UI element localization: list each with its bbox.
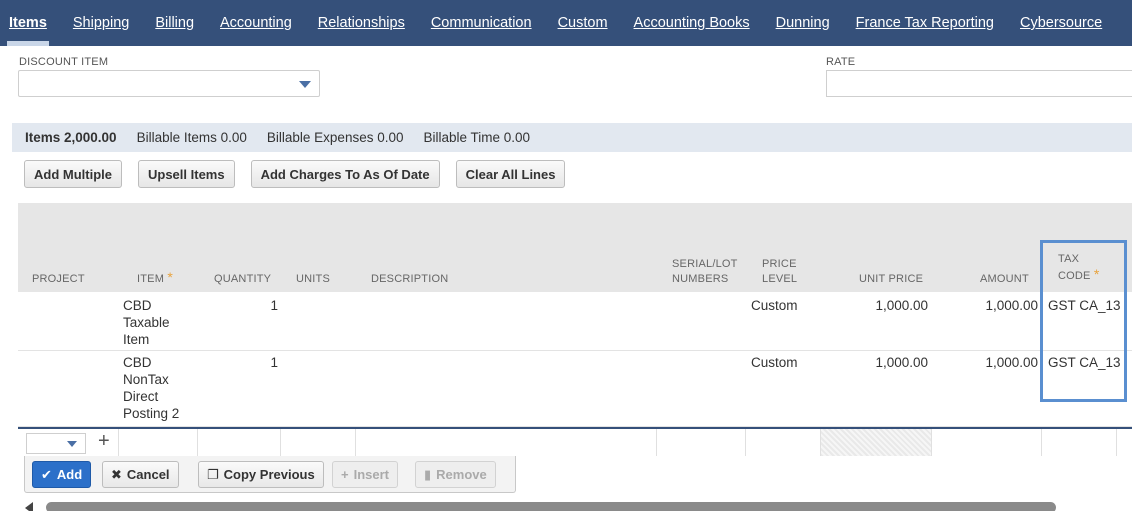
plus-icon[interactable]: + xyxy=(98,430,110,453)
column-unit-price[interactable]: UNIT PRICE xyxy=(859,272,923,287)
copy-previous-button[interactable]: ❐ Copy Previous xyxy=(198,461,324,488)
remove-line-button[interactable]: ▮ Remove xyxy=(415,461,496,488)
row-item-line: Taxable xyxy=(123,315,170,330)
column-description[interactable]: DESCRIPTION xyxy=(371,272,448,287)
row-unit-price: 1,000.00 xyxy=(875,298,928,313)
row-unit-price: 1,000.00 xyxy=(875,355,928,370)
table-row[interactable]: CBD NonTax Direct Posting 2 1 Custom 1,0… xyxy=(18,351,1132,427)
tab-custom[interactable]: Custom xyxy=(558,0,608,46)
column-divider xyxy=(1041,429,1042,456)
row-item-line: NonTax xyxy=(123,372,169,387)
caret-down-icon xyxy=(299,81,311,88)
rate-label: RATE xyxy=(826,56,856,68)
line-buttons-bar: ✔ Add ✖ Cancel ❐ Copy Previous + Insert … xyxy=(24,456,516,493)
tab-dunning[interactable]: Dunning xyxy=(776,0,830,46)
new-line-edit-row[interactable]: + xyxy=(18,427,1132,456)
tab-cybersource[interactable]: Cybersource xyxy=(1020,0,1102,46)
row-item-line: CBD xyxy=(123,355,152,370)
subtab-items[interactable]: Items 2,000.00 xyxy=(25,130,117,145)
column-divider xyxy=(118,429,119,456)
column-divider xyxy=(355,429,356,456)
scroll-left-icon[interactable] xyxy=(25,502,33,511)
add-multiple-button[interactable]: Add Multiple xyxy=(24,160,122,188)
cancel-line-button[interactable]: ✖ Cancel xyxy=(102,461,179,488)
column-divider xyxy=(656,429,657,456)
column-serial-lot-numbers[interactable]: SERIAL/LOT NUMBERS xyxy=(672,257,738,287)
subtab-billable-time[interactable]: Billable Time 0.00 xyxy=(423,130,530,145)
row-item: CBD Taxable Item xyxy=(123,297,170,348)
tab-accounting-books[interactable]: Accounting Books xyxy=(634,0,750,46)
horizontal-scrollbar-thumb[interactable] xyxy=(46,502,1056,511)
column-divider xyxy=(931,429,932,456)
row-quantity: 1 xyxy=(270,298,278,313)
row-quantity: 1 xyxy=(270,355,278,370)
column-price-level[interactable]: PRICE LEVEL xyxy=(762,257,797,287)
items-subtab-bar: Items 2,000.00 Billable Items 0.00 Billa… xyxy=(12,123,1132,152)
column-serial-line2: NUMBERS xyxy=(672,273,729,285)
trash-icon: ▮ xyxy=(424,466,432,482)
column-divider xyxy=(197,429,198,456)
disabled-unit-price-cell xyxy=(821,429,931,456)
rate-input[interactable] xyxy=(826,70,1132,97)
row-price-level: Custom xyxy=(751,355,798,370)
required-marker: * xyxy=(167,269,173,285)
column-divider xyxy=(280,429,281,456)
clear-all-lines-button[interactable]: Clear All Lines xyxy=(455,160,566,188)
tab-accounting[interactable]: Accounting xyxy=(220,0,292,46)
copy-previous-label: Copy Previous xyxy=(223,467,315,482)
column-divider xyxy=(745,429,746,456)
column-serial-line1: SERIAL/LOT xyxy=(672,258,738,270)
column-price-line2: LEVEL xyxy=(762,273,798,285)
discount-item-select[interactable] xyxy=(18,70,320,97)
check-icon: ✔ xyxy=(41,466,52,482)
row-item: CBD NonTax Direct Posting 2 xyxy=(123,354,179,422)
discount-item-label: DISCOUNT ITEM xyxy=(19,56,109,68)
row-item-line: Item xyxy=(123,332,150,347)
tab-relationships[interactable]: Relationships xyxy=(318,0,405,46)
subtab-billable-expenses[interactable]: Billable Expenses 0.00 xyxy=(267,130,404,145)
insert-line-label: Insert xyxy=(353,467,389,482)
row-item-line: Direct xyxy=(123,389,159,404)
add-charges-button[interactable]: Add Charges To As Of Date xyxy=(250,160,440,188)
row-item-line: Posting 2 xyxy=(123,406,180,421)
row-item-line: CBD xyxy=(123,298,152,313)
cancel-line-label: Cancel xyxy=(126,467,170,482)
column-item-label: ITEM xyxy=(137,273,165,285)
subtab-billable-items[interactable]: Billable Items 0.00 xyxy=(137,130,247,145)
insert-plus-icon: + xyxy=(341,467,349,482)
insert-line-button[interactable]: + Insert xyxy=(332,461,398,488)
tax-code-highlight xyxy=(1040,240,1127,402)
column-project[interactable]: PROJECT xyxy=(32,272,85,287)
caret-down-icon xyxy=(67,441,77,447)
tab-billing[interactable]: Billing xyxy=(155,0,194,46)
table-row[interactable]: CBD Taxable Item 1 Custom 1,000.00 1,000… xyxy=(18,292,1132,351)
column-price-line1: PRICE xyxy=(762,258,797,270)
column-units[interactable]: UNITS xyxy=(296,272,330,287)
tab-shipping[interactable]: Shipping xyxy=(73,0,129,46)
column-divider xyxy=(1116,429,1117,456)
x-icon: ✖ xyxy=(111,466,122,482)
items-grid-header: PROJECT ITEM * QUANTITY UNITS DESCRIPTIO… xyxy=(18,203,1132,292)
column-amount[interactable]: AMOUNT xyxy=(980,272,1029,287)
remove-line-label: Remove xyxy=(436,467,487,482)
column-quantity[interactable]: QUANTITY xyxy=(214,272,271,287)
row-amount: 1,000.00 xyxy=(985,298,1038,313)
upsell-items-button[interactable]: Upsell Items xyxy=(138,160,235,188)
tab-items[interactable]: Items xyxy=(7,0,49,46)
project-select[interactable] xyxy=(26,433,86,454)
column-item[interactable]: ITEM * xyxy=(137,270,173,287)
item-action-buttons: Add Multiple Upsell Items Add Charges To… xyxy=(24,160,581,188)
record-tab-bar: Items Shipping Billing Accounting Relati… xyxy=(0,0,1132,46)
tab-france-tax-reporting[interactable]: France Tax Reporting xyxy=(856,0,994,46)
add-line-label: Add xyxy=(56,467,83,482)
row-price-level: Custom xyxy=(751,298,798,313)
copy-icon: ❐ xyxy=(207,466,219,482)
tab-communication[interactable]: Communication xyxy=(431,0,532,46)
add-line-button[interactable]: ✔ Add xyxy=(32,461,92,488)
row-amount: 1,000.00 xyxy=(985,355,1038,370)
